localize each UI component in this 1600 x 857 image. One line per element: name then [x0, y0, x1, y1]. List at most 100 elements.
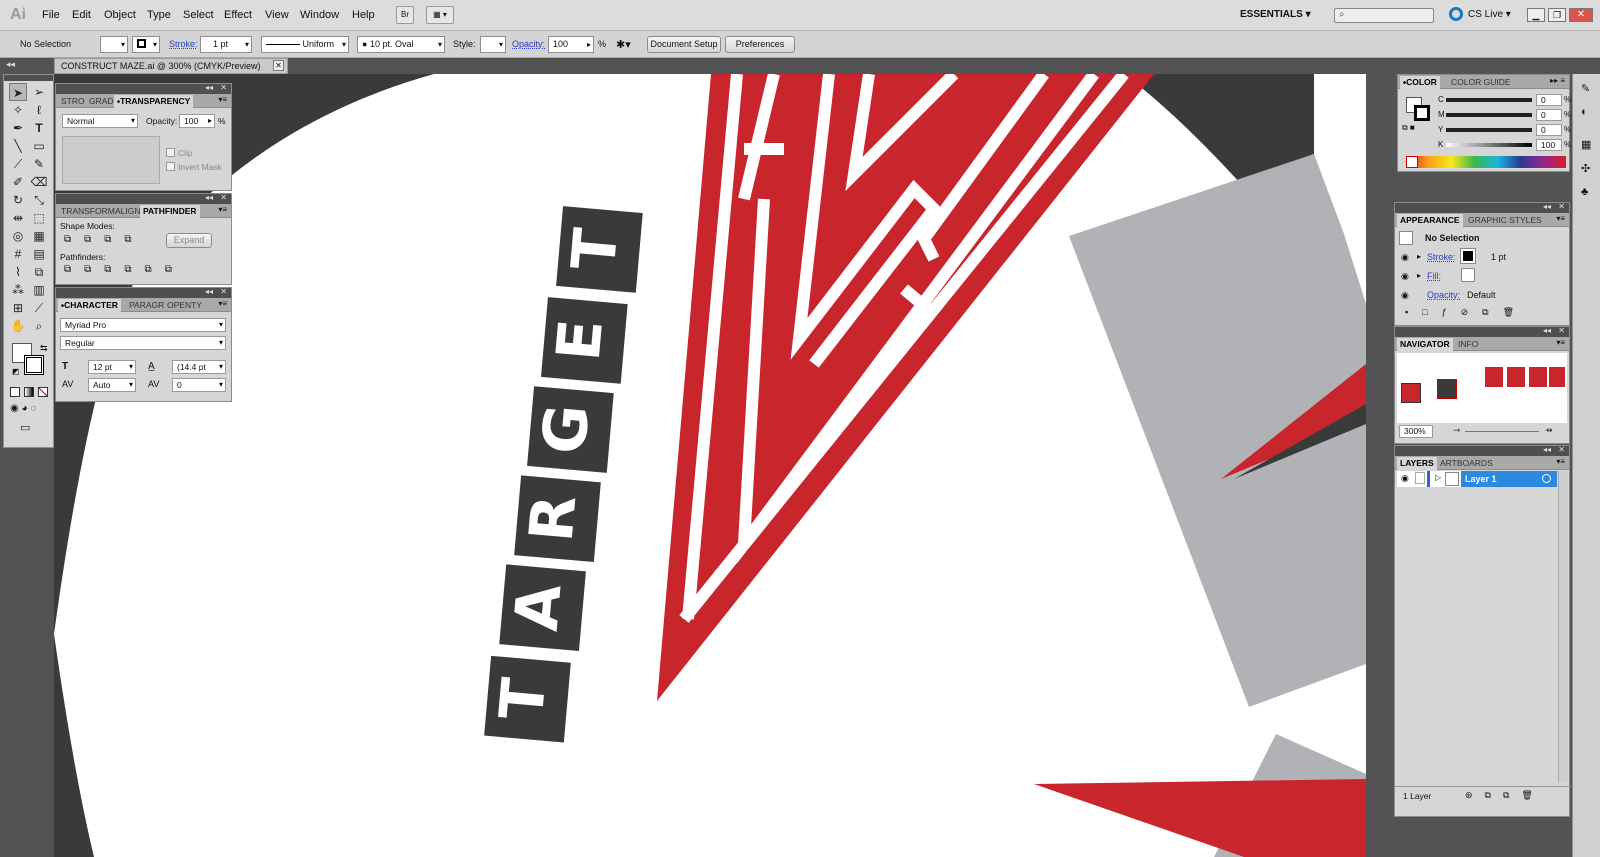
- preferences-button[interactable]: Preferences: [725, 36, 795, 53]
- shape-builder-tool-icon[interactable]: ◎: [9, 227, 27, 245]
- clip-checkbox[interactable]: [166, 148, 175, 157]
- close-panel-icon[interactable]: ✕: [1558, 326, 1565, 335]
- tab-artboards[interactable]: ARTBOARDS: [1437, 457, 1496, 470]
- close-panel-icon[interactable]: ✕: [1558, 445, 1565, 454]
- tab-stroke[interactable]: STRO: [58, 95, 88, 108]
- layer-lock-toggle[interactable]: [1415, 472, 1425, 484]
- tab-align[interactable]: ALIGN: [112, 205, 144, 218]
- menu-select[interactable]: Select: [183, 9, 214, 21]
- pencil-tool-icon[interactable]: ✎: [30, 155, 48, 173]
- tab-paragraph[interactable]: PARAGR: [126, 299, 167, 312]
- stroke-label[interactable]: Stroke:: [169, 39, 198, 49]
- collapse-panel-icon[interactable]: ◂◂: [1543, 445, 1551, 454]
- blob-brush-tool-icon[interactable]: ✐: [9, 173, 27, 191]
- fill-color-swatch[interactable]: [1461, 268, 1475, 282]
- channel-k-slider[interactable]: [1446, 143, 1532, 147]
- perspective-grid-tool-icon[interactable]: ▦: [30, 227, 48, 245]
- tracking-input[interactable]: 0 ▾: [172, 378, 226, 392]
- menu-file[interactable]: File: [42, 9, 60, 21]
- channel-k-input[interactable]: 100: [1536, 139, 1562, 151]
- document-setup-button[interactable]: Document Setup: [647, 36, 721, 53]
- close-button[interactable]: ✕: [1569, 8, 1593, 22]
- zoom-out-icon[interactable]: ⇾: [1453, 425, 1461, 436]
- selection-tool-icon[interactable]: ➤: [9, 83, 27, 101]
- stroke-label[interactable]: Stroke:: [1427, 252, 1456, 262]
- blend-mode-select[interactable]: Normal ▾: [62, 114, 138, 128]
- zoom-tool-icon[interactable]: ⌕: [30, 317, 48, 335]
- layer-expand-icon[interactable]: ▷: [1435, 473, 1441, 482]
- opacity-label[interactable]: Opacity:: [1427, 290, 1460, 300]
- menu-effect[interactable]: Effect: [224, 9, 252, 21]
- menu-help[interactable]: Help: [352, 9, 375, 21]
- collapse-panel-icon[interactable]: ◂◂: [205, 83, 213, 92]
- stroke-swatch[interactable]: [1414, 105, 1430, 121]
- width-tool-icon[interactable]: ⇹: [9, 209, 27, 227]
- draw-mode-icon[interactable]: ◉ ◕ ◌: [10, 403, 36, 414]
- swap-colors-icon[interactable]: ⇆: [40, 343, 48, 354]
- panel-menu-icon[interactable]: ▾≡: [1556, 457, 1565, 466]
- channel-m-slider[interactable]: [1446, 113, 1532, 117]
- color-spectrum[interactable]: [1406, 156, 1566, 168]
- rotate-tool-icon[interactable]: ↻: [9, 191, 27, 209]
- layer-visibility-eye-icon[interactable]: ◉: [1401, 473, 1409, 484]
- shape-mode-icons[interactable]: ⧉⧉⧉⧉: [64, 234, 145, 245]
- opacity-input[interactable]: 100 ▸: [179, 114, 215, 128]
- tab-info[interactable]: INFO: [1455, 338, 1481, 351]
- lasso-tool-icon[interactable]: ℓ: [30, 101, 48, 119]
- stroke-weight-field[interactable]: 1 pt ▾: [200, 36, 252, 53]
- tab-appearance[interactable]: APPEARANCE: [1397, 214, 1463, 227]
- close-tab-icon[interactable]: ✕: [273, 60, 284, 71]
- hand-tool-icon[interactable]: ✋: [9, 317, 27, 335]
- artboard-canvas[interactable]: T A R G E T: [54, 74, 1366, 857]
- screen-mode-icon[interactable]: ▭: [20, 421, 30, 434]
- fill-swatch[interactable]: ▾: [100, 36, 128, 53]
- expand-button[interactable]: Expand: [166, 233, 212, 248]
- tab-color-guide[interactable]: COLOR GUIDE: [1448, 76, 1514, 89]
- tab-opentype[interactable]: OPENTY: [164, 299, 205, 312]
- tab-layers[interactable]: LAYERS: [1397, 457, 1437, 470]
- zoom-slider[interactable]: [1465, 431, 1539, 432]
- tab-transform[interactable]: TRANSFORM: [58, 205, 118, 218]
- artboard-tool-icon[interactable]: ⊞: [9, 299, 27, 317]
- gradient-tool-icon[interactable]: ▤: [30, 245, 48, 263]
- tab-color[interactable]: ⬩COLOR: [1400, 76, 1440, 89]
- menu-view[interactable]: View: [265, 9, 289, 21]
- panel-menu-icon[interactable]: ▾≡: [1556, 214, 1565, 223]
- direct-selection-tool-icon[interactable]: ➢: [30, 83, 48, 101]
- slice-tool-icon[interactable]: ⟋: [30, 299, 48, 317]
- paintbrush-tool-icon[interactable]: ⟋: [9, 155, 27, 173]
- opacity-field[interactable]: 100 ▸: [548, 36, 594, 53]
- workspace-switcher[interactable]: ESSENTIALS ▾: [1240, 9, 1311, 20]
- layer-row[interactable]: ◉ ▷ Layer 1: [1397, 471, 1557, 487]
- collapse-icon[interactable]: ◂◂: [6, 59, 15, 70]
- menu-edit[interactable]: Edit: [72, 9, 91, 21]
- appearance-footer-icons[interactable]: ▪□ƒ⊘⧉🗑: [1405, 307, 1528, 318]
- swatches-icon[interactable]: ▦: [1581, 138, 1591, 151]
- tab-gradient[interactable]: GRAD: [86, 95, 117, 108]
- pathfinder-icons[interactable]: ⧉⧉⧉⧉⧉⧉: [64, 264, 185, 275]
- symbols-icon[interactable]: ◐: [1581, 106, 1588, 118]
- scale-tool-icon[interactable]: ⤡: [30, 191, 48, 209]
- arrange-documents-button[interactable]: ▦ ▾: [426, 6, 454, 24]
- close-panel-icon[interactable]: ✕: [1558, 202, 1565, 211]
- graphic-styles-icon[interactable]: ✣: [1581, 162, 1590, 175]
- opacity-label[interactable]: Opacity:: [512, 39, 545, 49]
- brushes-icon[interactable]: ✎: [1581, 82, 1590, 95]
- panel-menu-icon[interactable]: ▾≡: [218, 95, 227, 104]
- fill-visibility-eye-icon[interactable]: ◉: [1401, 271, 1409, 282]
- stroke-color-swatch[interactable]: [1460, 248, 1476, 264]
- pen-tool-icon[interactable]: ✒: [9, 119, 27, 137]
- graphic-style-picker[interactable]: ▾: [480, 36, 506, 53]
- tab-pathfinder[interactable]: PATHFINDER: [140, 205, 200, 218]
- collapse-panel-icon[interactable]: ◂◂: [1543, 202, 1551, 211]
- panel-menu-icon[interactable]: ▾≡: [1556, 338, 1565, 347]
- layers-footer-icons[interactable]: ⊛⧉⧉🗑: [1465, 790, 1545, 801]
- tab-graphic-styles[interactable]: GRAPHIC STYLES: [1465, 214, 1545, 227]
- panel-menu-icon[interactable]: ▸▸ ≡: [1550, 76, 1565, 85]
- navigator-zoom-input[interactable]: 300%: [1399, 425, 1433, 438]
- search-input[interactable]: ⌕: [1334, 8, 1434, 23]
- layer-target-icon[interactable]: [1542, 474, 1551, 483]
- menu-window[interactable]: Window: [300, 9, 339, 21]
- close-panel-icon[interactable]: ✕: [220, 287, 227, 296]
- eraser-tool-icon[interactable]: ⌫: [30, 173, 48, 191]
